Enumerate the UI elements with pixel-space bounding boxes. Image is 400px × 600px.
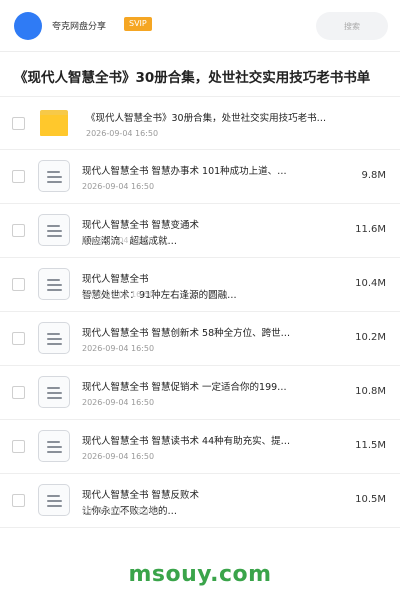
file-row[interactable]: 《现代人智慧全书》30册合集，处世社交实用技巧老书… 2026-09-04 16:…: [0, 96, 400, 150]
file-size: 11.5M: [355, 440, 386, 451]
file-name: 现代人智慧全书 智慧反败术: [82, 490, 200, 501]
document-icon: [38, 322, 70, 354]
row-checkbox[interactable]: [12, 386, 25, 399]
file-size: 10.5M: [355, 494, 386, 505]
document-icon: [38, 484, 70, 516]
page-title: 《现代人智慧全书》30册合集，处世社交实用技巧老书书单: [14, 70, 371, 86]
file-row[interactable]: 现代人智慧全书 智慧创新术 58种全方位、跨世… 2026-09-04 16:50…: [0, 312, 400, 366]
document-icon: [38, 430, 70, 462]
file-name: 现代人智慧全书 智慧读书术 44种有助充实、提…: [82, 436, 291, 447]
file-size: 10.4M: [355, 278, 386, 289]
row-checkbox[interactable]: [12, 494, 25, 507]
file-size: 9.8M: [361, 170, 386, 181]
row-checkbox[interactable]: [12, 170, 25, 183]
document-icon: [38, 160, 70, 192]
file-date: 2026-09-04 16:50: [82, 452, 155, 461]
file-size: 10.2M: [355, 332, 386, 343]
file-row[interactable]: 现代人智慧全书 智慧变通术 顺应潮流、超越成就… 2026-09-04 16:50 1…: [0, 204, 400, 258]
file-date: 2026-09-04 16:50: [82, 182, 155, 191]
file-list: 《现代人智慧全书》30册合集，处世社交实用技巧老书… 2026-09-04 16:…: [0, 96, 400, 528]
watermark-text: msouy.com: [128, 562, 272, 587]
folder-icon: [40, 110, 68, 136]
search-input[interactable]: [316, 12, 388, 40]
file-name: 现代人智慧全书 智慧促销术 一定适合你的199…: [82, 382, 287, 393]
document-icon: [38, 376, 70, 408]
svip-badge: SVIP: [124, 17, 152, 31]
file-date: 2026-09-04 16:50: [82, 344, 155, 353]
file-size: 10.8M: [355, 386, 386, 397]
file-row[interactable]: 现代人智慧全书 智慧处世术：91种左右逢源的圆融… 2026-09-04 16:50…: [0, 258, 400, 312]
file-name: 现代人智慧全书: [82, 274, 149, 285]
file-row[interactable]: 现代人智慧全书 智慧办事术 101种成功上道、… 2026-09-04 16:50…: [0, 150, 400, 204]
file-size: 11.6M: [355, 224, 386, 235]
file-name: 现代人智慧全书 智慧变通术: [82, 220, 200, 231]
row-checkbox[interactable]: [12, 224, 25, 237]
share-header: 夸克网盘分享 SVIP: [0, 0, 400, 52]
file-date: 2026-09-04 16:50: [82, 290, 155, 299]
file-name: 《现代人智慧全书》30册合集，处世社交实用技巧老书…: [86, 113, 327, 124]
file-date: 2026-09-04 16:50: [82, 236, 155, 245]
file-row[interactable]: 现代人智慧全书 智慧反败术 让你永立不败之地的… 2026-09-04 16:50 1…: [0, 474, 400, 528]
document-icon: [38, 268, 70, 300]
row-checkbox[interactable]: [12, 440, 25, 453]
file-date: 2026-09-04 16:50: [82, 506, 155, 515]
row-checkbox[interactable]: [12, 278, 25, 291]
file-date: 2026-09-04 16:50: [82, 398, 155, 407]
file-name: 现代人智慧全书 智慧办事术 101种成功上道、…: [82, 166, 287, 177]
share-owner-name: 夸克网盘分享: [52, 22, 107, 32]
row-checkbox[interactable]: [12, 332, 25, 345]
file-name: 现代人智慧全书 智慧创新术 58种全方位、跨世…: [82, 328, 291, 339]
file-row[interactable]: 现代人智慧全书 智慧促销术 一定适合你的199… 2026-09-04 16:50…: [0, 366, 400, 420]
document-icon: [38, 214, 70, 246]
file-date: 2026-09-04 16:50: [86, 129, 159, 138]
file-row[interactable]: 现代人智慧全书 智慧读书术 44种有助充实、提… 2026-09-04 16:50…: [0, 420, 400, 474]
avatar[interactable]: [14, 12, 42, 40]
row-checkbox[interactable]: [12, 117, 25, 130]
